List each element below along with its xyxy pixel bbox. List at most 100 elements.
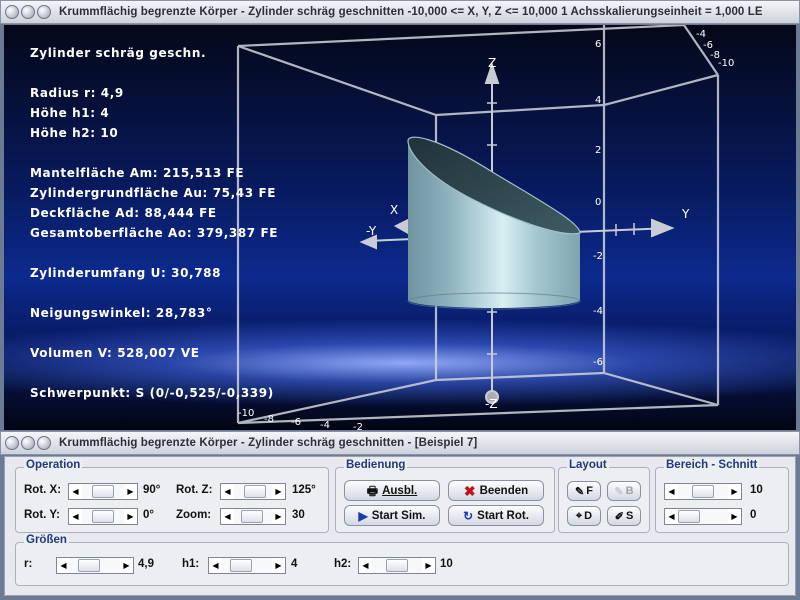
scroll-right-icon[interactable]: ▶ [728,509,741,524]
ausblenden-button[interactable]: 🖶 Ausbl. [344,480,440,501]
z-tick-label: -6 [593,357,603,368]
bedienung-group: Bedienung 🖶 Ausbl. ✖ Beenden ▶ Start Sim… [335,459,555,533]
brush-icon: ✎ [575,485,585,498]
scroll-left-icon[interactable]: ◀ [69,509,82,524]
info-volume: Volumen V: 528,007 VE [30,346,200,360]
z-tick-label: -2 [593,251,603,262]
scroll-left-icon[interactable]: ◀ [209,558,222,573]
close-button[interactable] [37,5,51,19]
h2-slider[interactable]: ◀ ▶ [358,557,436,574]
bereich-slider[interactable]: ◀ ▶ [664,483,742,500]
cube-edge [435,371,605,382]
slider-thumb[interactable] [241,510,264,523]
start-sim-button-label: Start Sim. [371,509,426,522]
z-axis-label: Z [488,56,497,70]
radius-label: r: [24,558,33,570]
y-axis-label: Y [682,207,690,221]
info-mantle-area: Mantelfläche Am: 215,513 FE [30,166,245,180]
start-rot-button[interactable]: ↻ Start Rot. [448,505,544,526]
scroll-right-icon[interactable]: ▶ [272,558,285,573]
rotate-icon: ↻ [463,508,474,523]
z-tick-label: 2 [595,145,602,156]
slider-thumb[interactable] [78,559,101,572]
cube-edge [603,73,719,107]
rot-y-value: 0° [143,509,154,521]
3d-viewport[interactable]: Z -Z Y -Y X 6 4 2 0 -2 -4 -6 -4 -6 -8 -1… [4,25,796,430]
info-circumference: Zylinderumfang U: 30,788 [30,266,222,280]
start-sim-button[interactable]: ▶ Start Sim. [344,505,440,526]
x-tick-label: -4 [320,420,330,430]
control-window-title: Krummflächig begrenzte Körper - Zylinder… [59,437,478,449]
x-axis-label: X [390,203,399,217]
scroll-right-icon[interactable]: ▶ [272,509,285,524]
x-tick-label: -6 [291,417,301,428]
scroll-left-icon[interactable]: ◀ [359,558,372,573]
operation-group: Operation Rot. X: ◀ ▶ 90° Rot. Y: ◀ ▶ 0°… [15,459,329,533]
h1-label: h1: [182,558,200,570]
scroll-left-icon[interactable]: ◀ [221,509,234,524]
rot-y-slider[interactable]: ◀ ▶ [68,508,138,525]
cube-edge [237,44,437,117]
start-rot-button-label: Start Rot. [477,509,529,522]
hide-icon: 🖶 [366,483,379,498]
h2-value: 10 [440,558,453,570]
scroll-left-icon[interactable]: ◀ [665,509,678,524]
info-height-h2: Höhe h2: 10 [30,126,119,140]
rot-x-value: 90° [143,484,161,496]
z-tick-label: 0 [595,197,602,208]
scroll-right-icon[interactable]: ▶ [124,509,137,524]
main-title-bar[interactable]: Krummflächig begrenzte Körper - Zylinder… [0,0,800,24]
rot-x-label: Rot. X: [24,484,62,496]
y-tick-label: -4 [696,29,706,40]
zoom-slider[interactable]: ◀ ▶ [220,508,286,525]
maximize-button[interactable] [21,5,35,19]
rot-x-slider[interactable]: ◀ ▶ [68,483,138,500]
scroll-right-icon[interactable]: ▶ [728,484,741,499]
y-axis-arrow [651,218,675,238]
slider-thumb[interactable] [92,510,114,523]
beenden-button[interactable]: ✖ Beenden [448,480,544,501]
h1-slider[interactable]: ◀ ▶ [208,557,286,574]
slider-thumb[interactable] [678,510,700,523]
groessen-group: Größen r: ◀ ▶ 4,9 h1: ◀ ▶ 4 h2: ◀ ▶ 10 [15,534,789,586]
scroll-left-icon[interactable]: ◀ [69,484,82,499]
scroll-left-icon[interactable]: ◀ [57,558,70,573]
layout-d-button[interactable]: ⌖ D [567,506,601,526]
zoom-label: Zoom: [176,509,212,521]
rot-z-slider[interactable]: ◀ ▶ [220,483,286,500]
bedienung-group-label: Bedienung [344,459,408,471]
scroll-right-icon[interactable]: ▶ [124,484,137,499]
minimize-button[interactable] [5,436,19,450]
z-tick-label: -4 [593,306,603,317]
info-radius: Radius r: 4,9 [30,86,124,100]
radius-slider[interactable]: ◀ ▶ [56,557,134,574]
slider-thumb[interactable] [386,559,408,572]
layout-s-button[interactable]: ✐ S [607,506,641,526]
bereich-schnitt-group-label: Bereich - Schnitt [664,459,760,471]
scroll-right-icon[interactable]: ▶ [120,558,133,573]
crosshair-icon: ⌖ [575,509,583,522]
scroll-right-icon[interactable]: ▶ [422,558,435,573]
scroll-right-icon[interactable]: ▶ [272,484,285,499]
scroll-left-icon[interactable]: ◀ [221,484,234,499]
cube-edge [237,25,685,48]
slider-thumb[interactable] [230,559,253,572]
slider-thumb[interactable] [244,485,267,498]
info-heading: Zylinder schräg geschn. [30,46,207,60]
z-tick-label: 6 [595,39,602,50]
control-title-bar[interactable]: Krummflächig begrenzte Körper - Zylinder… [0,431,800,455]
layout-f-button[interactable]: ✎ F [567,481,601,501]
slider-thumb[interactable] [92,485,114,498]
info-base-area: Zylindergrundfläche Au: 75,43 FE [30,186,277,200]
slider-thumb[interactable] [692,485,714,498]
scroll-left-icon[interactable]: ◀ [665,484,678,499]
minimize-button[interactable] [5,5,19,19]
ausblenden-button-label: Ausbl. [382,484,418,497]
layout-b-button[interactable]: ✎ B [607,481,641,501]
schnitt-slider[interactable]: ◀ ▶ [664,508,742,525]
maximize-button[interactable] [21,436,35,450]
operation-group-label: Operation [24,459,83,471]
zoom-value: 30 [292,509,305,521]
close-button[interactable] [37,436,51,450]
x-axis-arrow [393,218,412,236]
